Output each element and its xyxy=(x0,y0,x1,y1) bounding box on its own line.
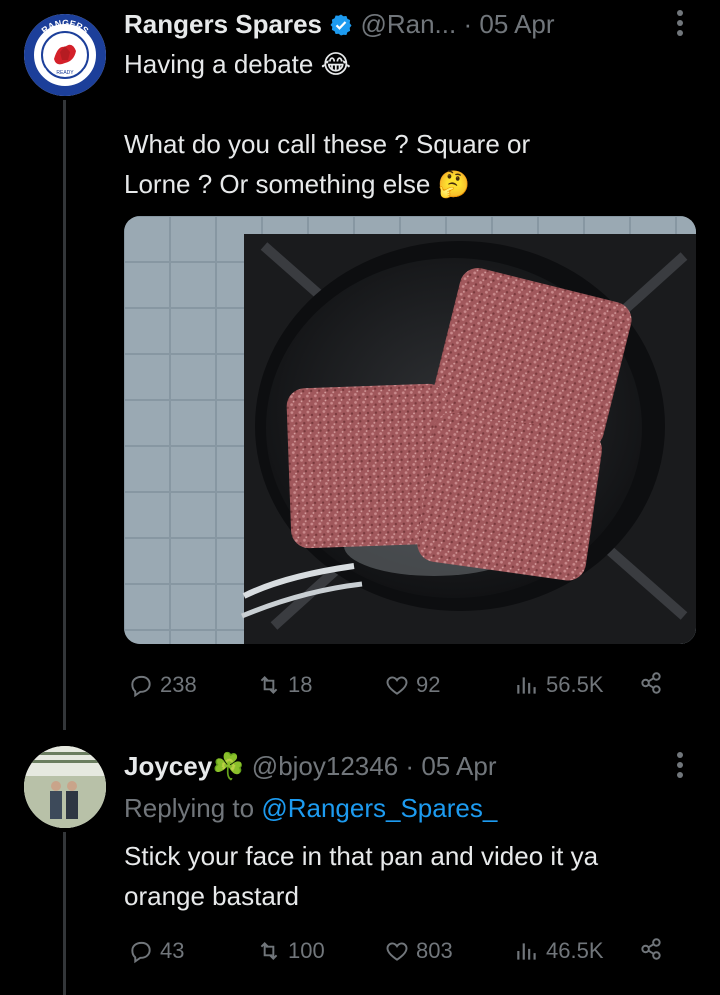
like-icon xyxy=(386,942,408,961)
joycey-avatar[interactable] xyxy=(24,746,106,828)
author-name[interactable]: Rangers Spares xyxy=(124,9,322,39)
reply-button[interactable]: 238 xyxy=(128,670,197,700)
crest-small-text: READY xyxy=(56,70,74,76)
tweet-actions: 238 18 92 56.5K xyxy=(0,670,720,700)
views-count: 56.5K xyxy=(546,672,604,697)
replying-mention-link[interactable]: @Rangers_Spares_ xyxy=(261,793,497,823)
retweet-count: 18 xyxy=(288,672,313,697)
replying-prefix: Replying to xyxy=(124,793,255,823)
tweet-text-line1: Having a debate 😂 xyxy=(124,49,351,79)
tweet-image[interactable] xyxy=(124,216,696,644)
more-icon[interactable] xyxy=(668,10,692,40)
share-button[interactable] xyxy=(638,670,664,696)
verified-icon xyxy=(329,10,353,46)
reply-icon xyxy=(131,675,151,698)
reply-like-count: 803 xyxy=(416,938,453,963)
reply-header: Joycey☘️ @bjoy12346 · 05 Apr xyxy=(124,748,497,784)
replying-to: Replying to @Rangers_Spares_ xyxy=(124,788,497,828)
share-icon xyxy=(641,672,661,694)
reply-count: 238 xyxy=(160,672,197,697)
reply-actions: 43 100 803 46.5K xyxy=(0,936,720,966)
reply-author-handle[interactable]: @bjoy12346 xyxy=(252,751,398,781)
reply-separator-dot: · xyxy=(405,751,415,781)
avatar-photo xyxy=(24,746,106,828)
rangers-avatar[interactable]: RANGERS FOOTBALL CLUB READY xyxy=(24,14,106,96)
like-icon xyxy=(386,676,408,695)
reply-more-icon[interactable] xyxy=(668,752,692,782)
reply-reply-button[interactable]: 43 xyxy=(128,936,184,966)
retweet-icon xyxy=(260,676,278,694)
reply-text-line1: Stick your face in that pan and video it… xyxy=(124,841,599,871)
reply-thread-line xyxy=(63,832,66,995)
reply-author-name[interactable]: Joycey xyxy=(124,751,212,781)
frying-pan-photo xyxy=(124,216,696,644)
reply-reply-count: 43 xyxy=(160,938,185,963)
reply-retweet-button[interactable]: 100 xyxy=(256,936,325,966)
views-icon xyxy=(517,943,536,960)
tweet-header: Rangers Spares @Ran... · 05 Apr xyxy=(124,6,555,46)
views-button[interactable]: 56.5K xyxy=(514,670,604,700)
tweet-date[interactable]: 05 Apr xyxy=(479,9,554,39)
tweet-text-line2: What do you call these ? Square or xyxy=(124,129,531,159)
reply-views-button[interactable]: 46.5K xyxy=(514,936,604,966)
shamrock-emoji: ☘️ xyxy=(212,751,245,781)
reply-icon xyxy=(131,941,151,964)
reply-like-button[interactable]: 803 xyxy=(384,936,453,966)
share-icon xyxy=(641,938,661,960)
rangers-crest-logo: RANGERS FOOTBALL CLUB READY xyxy=(24,14,106,96)
views-icon xyxy=(517,677,536,694)
reply-views-count: 46.5K xyxy=(546,938,604,963)
retweet-icon xyxy=(260,942,278,960)
separator-dot: · xyxy=(463,9,473,39)
tweet-text-line3: Lorne ? Or something else 🤔 xyxy=(124,169,470,199)
reply-date[interactable]: 05 Apr xyxy=(421,751,496,781)
author-handle[interactable]: @Ran... xyxy=(360,9,456,39)
reply-share-button[interactable] xyxy=(638,936,664,962)
reply-text-line2: orange bastard xyxy=(124,881,299,911)
like-count: 92 xyxy=(416,672,441,697)
like-button[interactable]: 92 xyxy=(384,670,440,700)
retweet-button[interactable]: 18 xyxy=(256,670,312,700)
thread-line xyxy=(63,100,66,730)
reply-retweet-count: 100 xyxy=(288,938,325,963)
